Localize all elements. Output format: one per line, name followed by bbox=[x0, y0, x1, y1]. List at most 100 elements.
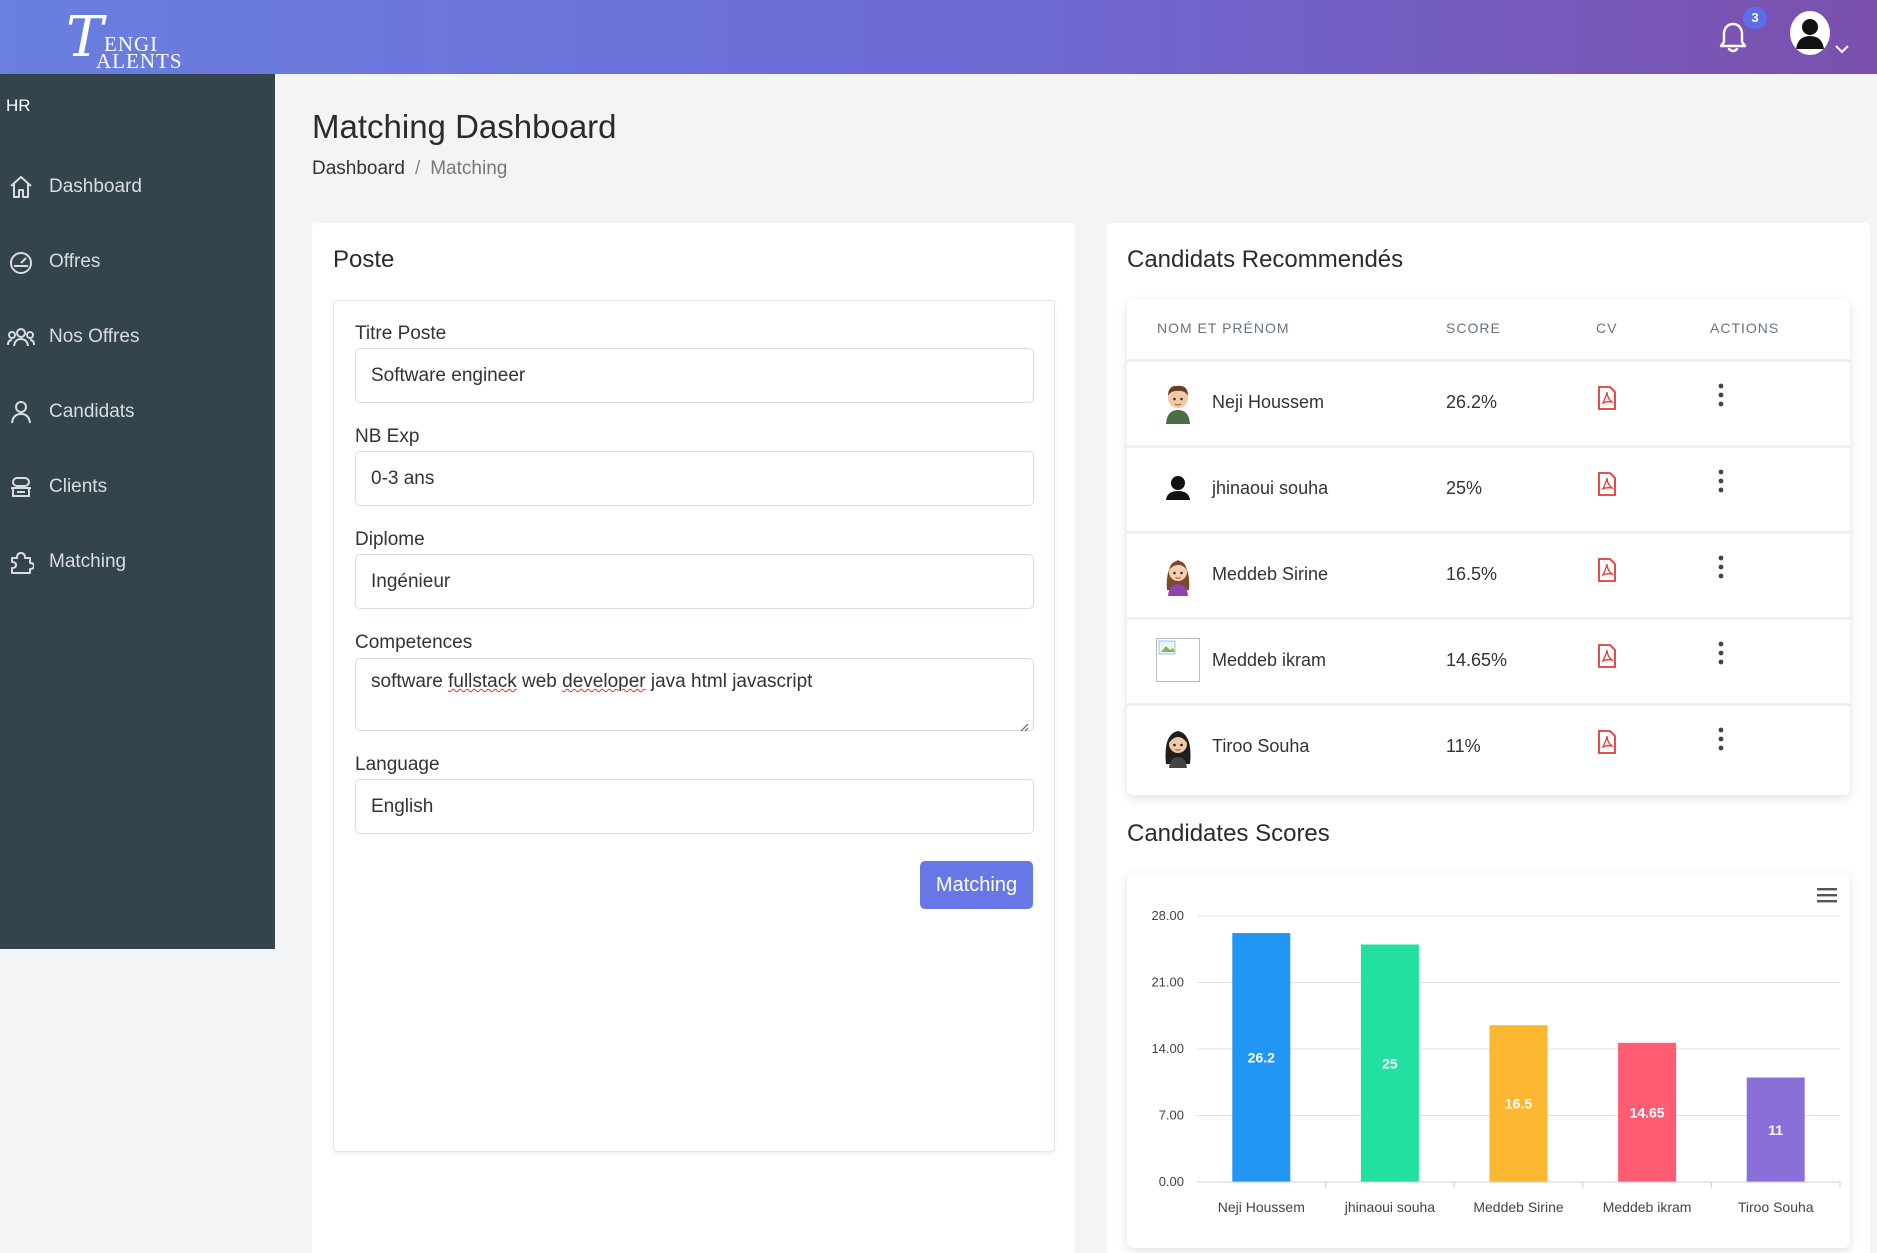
speedometer-icon bbox=[6, 247, 36, 277]
candidate-name: Tiroo Souha bbox=[1212, 736, 1310, 756]
nb-exp-input[interactable]: 0-3 ans bbox=[355, 451, 1034, 506]
candidate-name: Neji Houssem bbox=[1212, 392, 1325, 412]
male-avatar bbox=[1156, 380, 1200, 424]
x-tick-label: Meddeb Sirine bbox=[1473, 1199, 1563, 1215]
more-actions-icon[interactable] bbox=[1714, 554, 1728, 580]
column-header-name: NOM ET PRÉNOM bbox=[1157, 320, 1290, 336]
y-tick-label: 28.00 bbox=[1151, 908, 1184, 923]
competences-textarea[interactable]: software fullstack web developer java ht… bbox=[355, 658, 1034, 732]
competences-misspelled-word: developer bbox=[562, 671, 646, 692]
breadcrumb-separator: / bbox=[414, 158, 421, 179]
pdf-icon[interactable] bbox=[1597, 386, 1617, 410]
candidate-score: 16.5% bbox=[1446, 564, 1498, 584]
sidebar-item-label: Offres bbox=[49, 251, 101, 272]
breadcrumb: Dashboard / Matching bbox=[312, 158, 507, 180]
bar-data-label: 11 bbox=[1768, 1122, 1783, 1138]
brand-logo[interactable]: T ENGI ALENTS bbox=[66, 8, 182, 74]
home-icon bbox=[6, 172, 36, 202]
matching-button[interactable]: Matching bbox=[920, 861, 1033, 909]
table-row: Meddeb ikram 14.65% bbox=[1127, 617, 1850, 701]
sidebar: HR Dashboard Offres Nos Offres Candidats… bbox=[0, 74, 275, 949]
candidate-score: 25% bbox=[1446, 478, 1483, 498]
x-tick-label: Tiroo Souha bbox=[1738, 1199, 1814, 1215]
candidate-score: 14.65% bbox=[1446, 650, 1508, 670]
titre-poste-input[interactable]: Software engineer bbox=[355, 348, 1034, 403]
poste-form: Titre Poste Software engineer NB Exp 0-3… bbox=[333, 300, 1055, 1152]
diplome-input[interactable]: Ingénieur bbox=[355, 554, 1034, 609]
language-input[interactable]: English bbox=[355, 779, 1034, 834]
candidate-name: Meddeb ikram bbox=[1212, 650, 1327, 670]
candidate-score: 11% bbox=[1446, 736, 1481, 756]
candidats-table: NOM ET PRÉNOM SCORE CV ACTIONS Neji Hous… bbox=[1127, 300, 1850, 795]
sidebar-item-clients[interactable]: Clients bbox=[0, 462, 275, 512]
x-tick-label: Neji Houssem bbox=[1218, 1199, 1305, 1215]
more-actions-icon[interactable] bbox=[1714, 640, 1728, 666]
x-tick-label: Meddeb ikram bbox=[1603, 1199, 1692, 1215]
sidebar-item-label: Nos Offres bbox=[49, 326, 140, 347]
y-tick-label: 21.00 bbox=[1151, 975, 1184, 990]
nb-exp-label: NB Exp bbox=[355, 426, 420, 447]
competences-misspelled-word: fullstack bbox=[448, 671, 517, 692]
column-header-cv: CV bbox=[1596, 320, 1618, 336]
female-dark-hair-avatar bbox=[1156, 724, 1200, 768]
scores-title: Candidates Scores bbox=[1127, 820, 1330, 847]
page-title: Matching Dashboard bbox=[312, 108, 617, 145]
column-header-actions: ACTIONS bbox=[1710, 320, 1780, 336]
notification-badge: 3 bbox=[1743, 7, 1767, 29]
sidebar-role: HR bbox=[6, 96, 31, 115]
x-tick-label: jhinaoui souha bbox=[1344, 1199, 1436, 1215]
chevron-down-icon[interactable] bbox=[1834, 42, 1850, 54]
more-actions-icon[interactable] bbox=[1714, 382, 1728, 408]
puzzle-icon bbox=[6, 547, 36, 577]
top-navbar: T ENGI ALENTS 3 bbox=[0, 0, 1877, 74]
sidebar-item-nos-offres[interactable]: Nos Offres bbox=[0, 312, 275, 362]
pdf-icon[interactable] bbox=[1597, 558, 1617, 582]
bar-data-label: 14.65 bbox=[1630, 1104, 1665, 1120]
sidebar-item-dashboard[interactable]: Dashboard bbox=[0, 162, 275, 212]
sidebar-item-label: Candidats bbox=[49, 401, 135, 422]
competences-label: Competences bbox=[355, 632, 473, 653]
bar-chart: 0.00 7.00 14.00 21.00 28.00 26.2 Neji Houssem 2… bbox=[1151, 888, 1841, 1215]
sidebar-item-label: Matching bbox=[49, 551, 127, 572]
default-person-avatar bbox=[1156, 466, 1200, 510]
column-header-score: SCORE bbox=[1446, 320, 1501, 336]
scores-chart: 0.00 7.00 14.00 21.00 28.00 26.2 Neji Houssem 2… bbox=[1127, 873, 1850, 1248]
bell-icon[interactable] bbox=[1718, 20, 1748, 54]
table-row: Tiroo Souha 11% bbox=[1127, 703, 1850, 787]
breadcrumb-root[interactable]: Dashboard bbox=[312, 158, 405, 179]
sidebar-item-label: Dashboard bbox=[49, 176, 142, 197]
breadcrumb-current: Matching bbox=[430, 158, 508, 179]
candidate-name: Meddeb Sirine bbox=[1212, 564, 1329, 584]
user-avatar-icon[interactable] bbox=[1790, 11, 1830, 55]
female-avatar bbox=[1156, 552, 1200, 596]
more-actions-icon[interactable] bbox=[1714, 468, 1728, 494]
sidebar-item-matching[interactable]: Matching bbox=[0, 537, 275, 587]
table-row: jhinaoui souha 25% bbox=[1127, 445, 1850, 529]
pdf-icon[interactable] bbox=[1597, 472, 1617, 496]
candidats-card: Candidats Recommendés NOM ET PRÉNOM SCOR… bbox=[1107, 223, 1870, 1253]
candidats-title: Candidats Recommendés bbox=[1127, 246, 1404, 273]
poste-card: Poste Titre Poste Software engineer NB E… bbox=[312, 223, 1075, 1253]
candidate-score: 26.2% bbox=[1446, 392, 1498, 412]
hamburger-menu-icon[interactable] bbox=[1817, 888, 1837, 903]
y-tick-label: 7.00 bbox=[1159, 1108, 1184, 1123]
sidebar-item-offres[interactable]: Offres bbox=[0, 237, 275, 287]
table-row: Meddeb Sirine 16.5% bbox=[1127, 531, 1850, 615]
client-icon bbox=[6, 472, 36, 502]
sidebar-item-candidats[interactable]: Candidats bbox=[0, 387, 275, 437]
poste-title: Poste bbox=[333, 246, 395, 273]
logo-line-2: ALENTS bbox=[96, 49, 183, 73]
user-icon bbox=[6, 397, 36, 427]
table-row: Neji Houssem 26.2% bbox=[1127, 359, 1850, 443]
pdf-icon[interactable] bbox=[1597, 644, 1617, 668]
bar-data-label: 26.2 bbox=[1248, 1050, 1275, 1066]
competences-text: software bbox=[371, 671, 449, 692]
y-tick-label: 0.00 bbox=[1159, 1174, 1184, 1189]
more-actions-icon[interactable] bbox=[1714, 726, 1728, 752]
pdf-icon[interactable] bbox=[1597, 730, 1617, 754]
resize-handle-icon[interactable] bbox=[1019, 716, 1029, 732]
language-label: Language bbox=[355, 754, 440, 775]
competences-text: java html javascript bbox=[645, 671, 813, 692]
candidate-name: jhinaoui souha bbox=[1212, 478, 1329, 498]
users-group-icon bbox=[6, 322, 36, 352]
